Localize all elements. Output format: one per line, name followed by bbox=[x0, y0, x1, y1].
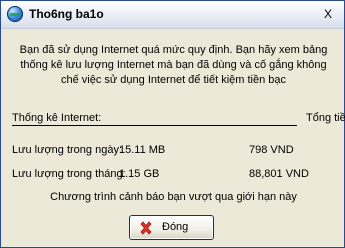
monthly-usage-cost: 88,801 VND bbox=[249, 168, 309, 180]
header-divider bbox=[12, 125, 297, 126]
total-header-label: Tổng tiền bbox=[306, 112, 345, 124]
title-bar: Tho6ng ba1o X bbox=[1, 1, 344, 29]
monthly-usage-amount: 1.15 GB bbox=[119, 168, 160, 180]
close-button-label: Đóng bbox=[162, 221, 189, 233]
daily-usage-amount: 15.11 MB bbox=[119, 144, 166, 156]
close-button[interactable]: X bbox=[320, 6, 336, 22]
dialog-title: Tho6ng ba1o bbox=[29, 7, 104, 21]
daily-usage-row: Lưu lượng trong ngày: 15.11 MB 798 VND bbox=[12, 144, 336, 158]
monthly-usage-row: Lưu lượng trong tháng: 1.15 GB 88,801 VN… bbox=[12, 168, 336, 182]
warning-text: Chương trình cảnh báo bạn vượt qua giới … bbox=[50, 191, 297, 203]
daily-usage-cost: 798 VND bbox=[249, 144, 294, 156]
message-text: Bạn đã sử dụng Internet quá mức quy định… bbox=[19, 44, 328, 86]
close-dialog-button[interactable]: Đóng bbox=[129, 215, 214, 240]
notification-dialog: Tho6ng ba1o X Bạn đã sử dụng Internet qu… bbox=[0, 0, 345, 248]
monthly-usage-label: Lưu lượng trong tháng: bbox=[12, 168, 126, 180]
stats-header: Thống kê Internet: Tổng tiền bbox=[12, 112, 345, 126]
close-x-icon bbox=[140, 221, 152, 235]
daily-usage-label: Lưu lượng trong ngày: bbox=[12, 144, 123, 156]
globe-icon bbox=[7, 6, 23, 22]
stats-header-label: Thống kê Internet: bbox=[12, 112, 102, 124]
